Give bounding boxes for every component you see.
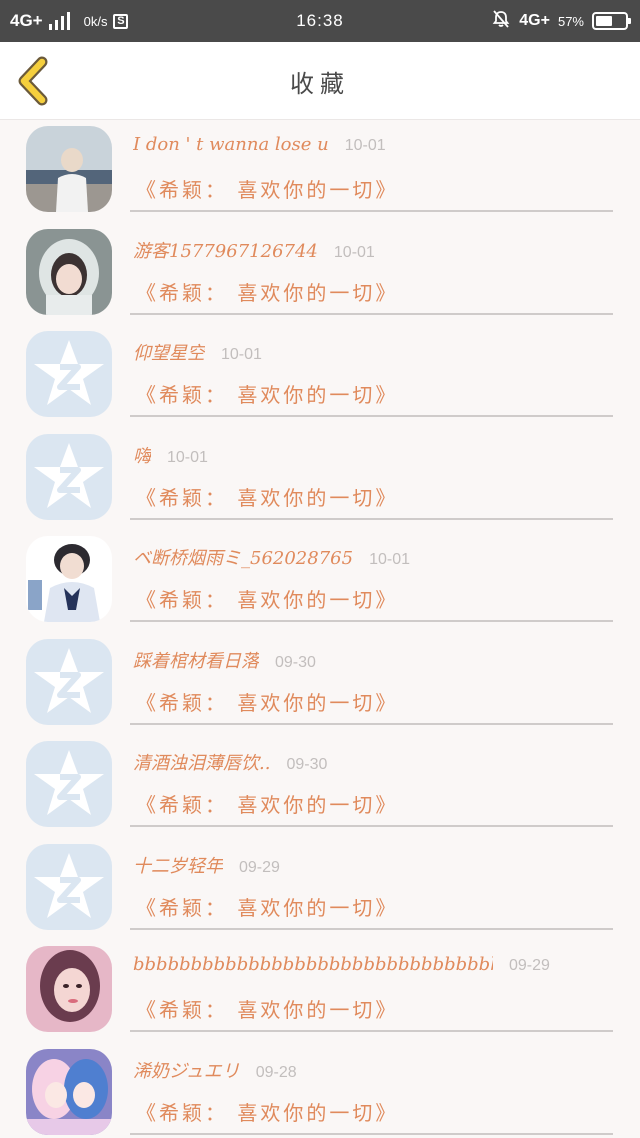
name-row: 浠奶ジュエリ 09-28 — [133, 1057, 297, 1083]
favorite-date: 09-30 — [286, 756, 328, 773]
list-item-body: 仰望星空 10-01 《希颖： 喜欢你的一切》 — [130, 325, 613, 417]
user-name: 十二岁轻年 — [133, 855, 223, 877]
user-name: 踩着棺材看日落 — [133, 650, 259, 672]
status-bar: 4G+ 0k/s S 16:38 4G+ 57% — [0, 0, 640, 42]
page-title: 收藏 — [290, 69, 350, 98]
avatar[interactable] — [26, 331, 112, 417]
favorites-list: I don ' t wanna lose u 10-01 《希颖： 喜欢你的一切… — [0, 120, 640, 1138]
favorite-date: 09-29 — [239, 858, 280, 876]
list-item[interactable]: 游客1577967126744 10-01 《希颖： 喜欢你的一切》 — [0, 223, 640, 326]
favorite-title: 《希颖： 喜欢你的一切》 — [136, 178, 399, 202]
battery-percent: 57% — [557, 13, 584, 29]
list-item-body: bbbbbbbbbbbbbbbbbbbbbbbbbbbbbbbbbbbbbbbb… — [130, 940, 613, 1032]
favorite-title: 《希颖： 喜欢你的一切》 — [136, 280, 399, 305]
name-row: 清酒浊泪薄唇饮.. 09-30 — [133, 749, 327, 775]
list-item-body: ベ断桥烟雨ミ_562028765 10-01 《希颖： 喜欢你的一切》 — [130, 530, 613, 622]
name-row: 游客1577967126744 10-01 — [133, 237, 375, 263]
favorite-title: 《希颖： 喜欢你的一切》 — [136, 793, 399, 817]
favorites-screen: 4G+ 0k/s S 16:38 4G+ 57% 收藏 I don ' t wa… — [0, 0, 640, 1138]
favorite-title: 《希颖： 喜欢你的一切》 — [136, 690, 399, 715]
name-row: I don ' t wanna lose u 10-01 — [133, 134, 386, 155]
list-item[interactable]: 嗨 10-01 《希颖： 喜欢你的一切》 — [0, 428, 640, 531]
list-item-body: 浠奶ジュエリ 09-28 《希颖： 喜欢你的一切》 — [130, 1043, 613, 1135]
list-item[interactable]: bbbbbbbbbbbbbbbbbbbbbbbbbbbbbbbbbbbbbbbb… — [0, 940, 640, 1043]
list-item-body: 嗨 10-01 《希颖： 喜欢你的一切》 — [130, 428, 613, 520]
list-item[interactable]: 浠奶ジュエリ 09-28 《希颖： 喜欢你的一切》 — [0, 1043, 640, 1138]
list-item-body: 踩着棺材看日落 09-30 《希颖： 喜欢你的一切》 — [130, 633, 613, 725]
avatar[interactable] — [26, 228, 112, 315]
avatar[interactable] — [26, 126, 112, 212]
name-row: 仰望星空 10-01 — [133, 339, 262, 365]
name-row: bbbbbbbbbbbbbbbbbbbbbbbbbbbbbbbbbbbbbbbb… — [133, 954, 550, 975]
list-item[interactable]: ベ断桥烟雨ミ_562028765 10-01 《希颖： 喜欢你的一切》 — [0, 530, 640, 633]
avatar[interactable] — [26, 536, 112, 622]
network-type-2: 4G+ — [519, 12, 550, 29]
list-item[interactable]: 十二岁轻年 09-29 《希颖： 喜欢你的一切》 — [0, 838, 640, 941]
favorite-title: 《希颖： 喜欢你的一切》 — [136, 588, 399, 612]
user-name: bbbbbbbbbbbbbbbbbbbbbbbbbbbbbbbbbbbbbbbb — [133, 954, 493, 975]
favorite-date: 10-01 — [333, 243, 375, 261]
battery-icon — [592, 12, 631, 30]
avatar[interactable] — [26, 741, 112, 827]
list-item-body: 十二岁轻年 09-29 《希颖： 喜欢你的一切》 — [130, 838, 613, 930]
name-row: ベ断桥烟雨ミ_562028765 10-01 — [133, 544, 410, 570]
list-item[interactable]: I don ' t wanna lose u 10-01 《希颖： 喜欢你的一切… — [0, 120, 640, 223]
favorite-date: 09-29 — [509, 957, 550, 974]
user-name: 清酒浊泪薄唇饮.. — [133, 753, 271, 774]
list-item[interactable]: 仰望星空 10-01 《希颖： 喜欢你的一切》 — [0, 325, 640, 428]
user-name: ベ断桥烟雨ミ_562028765 — [133, 548, 354, 569]
avatar[interactable] — [26, 433, 112, 520]
favorite-date: 09-28 — [255, 1063, 297, 1081]
favorite-date: 10-01 — [369, 551, 410, 568]
name-row: 踩着棺材看日落 09-30 — [133, 647, 316, 673]
favorite-date: 10-01 — [167, 448, 208, 466]
favorite-title: 《希颖： 喜欢你的一切》 — [136, 1100, 399, 1125]
status-right: 4G+ 57% — [491, 0, 631, 42]
avatar[interactable] — [26, 946, 112, 1032]
user-name: 嗨 — [133, 445, 151, 467]
list-item-body: 清酒浊泪薄唇饮.. 09-30 《希颖： 喜欢你的一切》 — [130, 735, 613, 827]
favorite-title: 《希颖： 喜欢你的一切》 — [136, 485, 399, 510]
name-row: 嗨 10-01 — [133, 442, 208, 468]
favorite-title: 《希颖： 喜欢你的一切》 — [136, 895, 399, 920]
favorite-title: 《希颖： 喜欢你的一切》 — [136, 998, 399, 1022]
avatar[interactable] — [26, 1048, 112, 1135]
avatar[interactable] — [26, 638, 112, 725]
favorite-date: 09-30 — [275, 653, 316, 671]
user-name: 游客1577967126744 — [133, 240, 318, 262]
user-name: I don ' t wanna lose u — [133, 134, 329, 155]
battery-level — [596, 16, 612, 26]
list-item[interactable]: 踩着棺材看日落 09-30 《希颖： 喜欢你的一切》 — [0, 633, 640, 736]
avatar[interactable] — [26, 843, 112, 930]
list-item-body: I don ' t wanna lose u 10-01 《希颖： 喜欢你的一切… — [130, 120, 613, 212]
list-item[interactable]: 清酒浊泪薄唇饮.. 09-30 《希颖： 喜欢你的一切》 — [0, 735, 640, 838]
list-item-body: 游客1577967126744 10-01 《希颖： 喜欢你的一切》 — [130, 223, 613, 315]
header: 收藏 — [0, 42, 640, 120]
favorite-date: 10-01 — [344, 137, 386, 154]
user-name: 浠奶ジュエリ — [133, 1060, 240, 1082]
favorite-title: 《希颖： 喜欢你的一切》 — [136, 383, 399, 407]
alarm-off-icon — [491, 9, 511, 34]
favorite-date: 10-01 — [221, 346, 262, 363]
name-row: 十二岁轻年 09-29 — [133, 852, 280, 878]
user-name: 仰望星空 — [133, 343, 205, 364]
